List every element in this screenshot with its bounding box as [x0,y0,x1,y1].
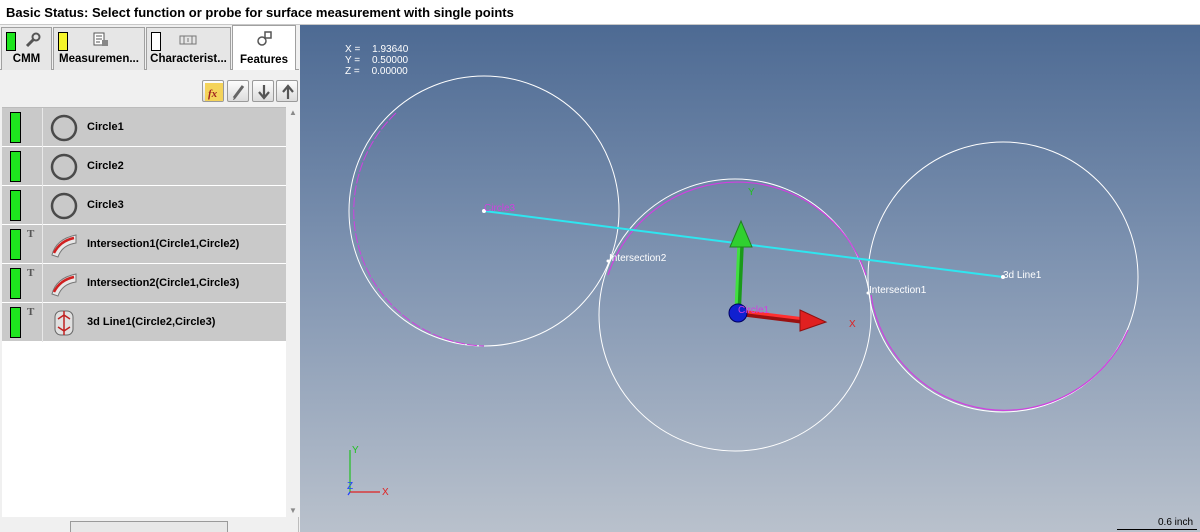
status-lamp [10,151,21,182]
text-mark: T [27,306,35,318]
text-mark: T [27,267,35,279]
circle3-selection-arc [353,112,485,347]
pencil-icon [232,85,245,100]
tab-bar: CMM Measuremen... Characterist... Featur… [0,25,299,71]
intersection2-label: Intersection2 [609,253,667,264]
circle2-selection-arc [870,294,1129,411]
scroll-up-icon[interactable]: ▲ [287,107,299,119]
arrow-down-icon [258,85,270,100]
feature-label: Intersection2(Circle1,Circle3) [87,277,240,289]
svg-text:fx: fx [208,88,218,100]
triad-z-label: Z [347,481,353,492]
list-item[interactable]: Circle2 [2,147,286,186]
circle-icon [50,153,78,181]
move-down-button[interactable] [252,80,274,102]
features-icon [257,31,272,46]
status-lamp [10,268,21,299]
list-item[interactable]: T 3d Line1(Circle2,Circle3) [2,303,286,342]
edit-button[interactable] [227,80,249,102]
status-lamp [10,112,21,143]
characteristic-icon [179,35,197,45]
list-item[interactable]: Circle3 [2,186,286,225]
scale-label: 0.6 inch [1158,517,1194,528]
status-lamp [58,32,68,51]
feature-label: Circle2 [87,160,124,172]
status-lamp [10,229,21,260]
status-bar: Basic Status: Select function or probe f… [0,0,1200,25]
status-lamp [6,32,16,51]
tab-characteristics[interactable]: Characterist... [146,27,231,70]
feature-label: Circle1 [87,121,124,133]
circle3-label: Circle3 [484,203,516,214]
status-text: Basic Status: Select function or probe f… [6,5,514,20]
intersection2-point [606,259,610,263]
bottom-action-button[interactable] [70,521,228,532]
tab-label: Measuremen... [59,53,139,65]
triad-y-label: Y [352,445,359,456]
text-mark: T [27,228,35,240]
line-3d-icon [54,310,74,336]
axis-x-label: X [849,319,856,330]
line-3d-label: 3d Line1 [1003,270,1042,281]
tab-label: CMM [12,53,41,65]
intersection1-point [866,291,870,295]
feature-list: Circle1 Circle2 Circle3 T Intersection1(… [2,107,286,517]
intersection-icon [51,273,77,297]
circle-icon [50,192,78,220]
graphics-viewport[interactable]: X = 1.93640 Y = 0.50000 Z = 0.00000 Y X … [300,25,1200,532]
tab-measurement[interactable]: Measuremen... [53,27,145,70]
scene-canvas: Y X Circle3 Circle1 Intersection2 Inters… [347,75,1139,498]
list-scrollbar[interactable]: ▲ ▼ [287,107,299,517]
intersection1-label: Intersection1 [869,285,927,296]
circle-icon [50,114,78,142]
feature-toolbar: fx [0,70,299,108]
tab-cmm[interactable]: CMM [1,27,52,70]
scale-bar [1117,529,1197,530]
triad-x-label: X [382,487,389,498]
formula-icon: fx [205,83,223,101]
scroll-down-icon[interactable]: ▼ [287,505,299,517]
move-up-button[interactable] [276,80,298,102]
tab-features[interactable]: Features [232,25,296,71]
view-triad: Y X Z [347,445,389,498]
circle1-label: Circle1 [738,305,770,316]
tab-label: Features [240,54,288,66]
arrow-up-icon [282,84,294,99]
status-lamp [10,307,21,338]
list-item[interactable]: T Intersection2(Circle1,Circle3) [2,264,286,303]
tab-label: Characterist... [150,53,227,65]
list-item[interactable]: Circle1 [2,108,286,147]
feature-label: Circle3 [87,199,124,211]
status-lamp [151,32,161,51]
formula-button[interactable]: fx [202,80,224,102]
axis-y-label: Y [748,187,755,198]
status-lamp [10,190,21,221]
feature-label: 3d Line1(Circle2,Circle3) [87,316,216,328]
measurement-plan-icon [93,32,108,46]
feature-label: Intersection1(Circle1,Circle2) [87,238,240,250]
wrench-icon [25,32,41,48]
intersection-icon [51,234,77,258]
list-item[interactable]: T Intersection1(Circle1,Circle2) [2,225,286,264]
left-panel: CMM Measuremen... Characterist... Featur… [0,25,299,532]
